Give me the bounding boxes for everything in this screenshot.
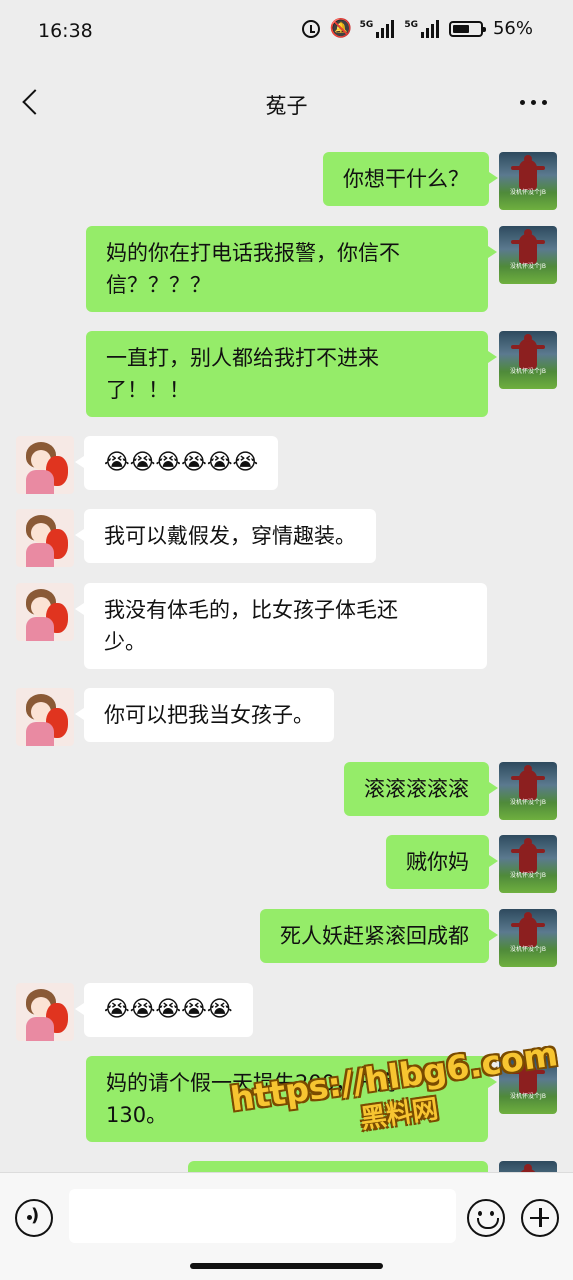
avatar[interactable]: 没机怀没个JB xyxy=(499,226,557,284)
message-bubble[interactable]: 你可以把我当女孩子。 xyxy=(75,688,334,742)
message-bubble[interactable]: 我可以戴假发，穿情趣装。 xyxy=(75,509,376,563)
message-bubble[interactable]: 一直打，别人都给我打不进来 了！！！ xyxy=(86,331,497,417)
avatar[interactable] xyxy=(16,583,74,641)
message-bubble[interactable]: 滚滚滚滚滚 xyxy=(344,762,498,816)
home-indicator xyxy=(190,1263,383,1269)
avatar[interactable] xyxy=(16,436,74,494)
battery-percent: 56% xyxy=(492,18,533,39)
message-bubble[interactable]: 😭😭😭😭😭 xyxy=(75,983,253,1037)
avatar[interactable]: 没机怀没个JB xyxy=(499,762,557,820)
avatar[interactable]: 没机怀没个JB xyxy=(499,331,557,389)
voice-icon[interactable] xyxy=(15,1199,53,1237)
signal-5g-icon: 5G xyxy=(359,19,395,38)
avatar[interactable] xyxy=(16,983,74,1041)
avatar[interactable] xyxy=(16,688,74,746)
chat-area[interactable]: 没机怀没个JB 你想干什么？ 没机怀没个JB 妈的你在打电话我报警，你信不 信？… xyxy=(0,142,573,1172)
emoji-icon[interactable] xyxy=(467,1199,505,1237)
message-bubble[interactable]: 贼你妈 xyxy=(386,835,498,889)
network-label-2: 5G xyxy=(404,19,418,30)
avatar[interactable] xyxy=(16,509,74,567)
avatar[interactable]: 没机怀没个JB xyxy=(499,152,557,210)
status-time: 16:38 xyxy=(38,20,93,42)
signal-5g-icon-2: 5G xyxy=(404,19,439,38)
avatar[interactable]: 没机怀没个JB xyxy=(499,909,557,967)
plus-icon[interactable] xyxy=(521,1199,559,1237)
message-bubble[interactable]: 妈的请个假一天损失200，开房 130。 xyxy=(86,1056,497,1142)
message-bubble[interactable]: 😭😭😭😭😭😭 xyxy=(74,436,279,490)
more-icon[interactable] xyxy=(520,100,547,105)
avatar[interactable]: 没机怀没个JB xyxy=(499,1056,557,1114)
chat-header: 菟子 xyxy=(0,66,573,142)
page-title: 菟子 xyxy=(265,94,308,118)
battery-icon xyxy=(448,20,486,37)
status-bar: 16:38 🔕 5G 5G 56% xyxy=(0,0,573,66)
message-bubble[interactable]: 死人妖赶紧滚回成都 xyxy=(260,909,498,963)
message-bubble[interactable]: 妈的你在打电话我报警，你信不 信？？？？ xyxy=(86,226,497,312)
message-input[interactable] xyxy=(69,1189,456,1243)
status-icons: 🔕 5G 5G 56% xyxy=(301,17,533,39)
message-bubble[interactable]: 你想干什么？ xyxy=(323,152,498,206)
input-bar xyxy=(0,1172,573,1280)
message-bubble[interactable]: 我没有体毛的，比女孩子体毛还 少。 xyxy=(75,583,487,669)
avatar[interactable]: 没机怀没个JB xyxy=(499,835,557,893)
alarm-icon xyxy=(301,19,320,38)
avatar[interactable]: 没机怀没个JB xyxy=(499,1161,557,1172)
mute-icon: 🔕 xyxy=(329,17,353,39)
network-label: 5G xyxy=(359,19,374,30)
message-bubble[interactable] xyxy=(188,1161,488,1172)
